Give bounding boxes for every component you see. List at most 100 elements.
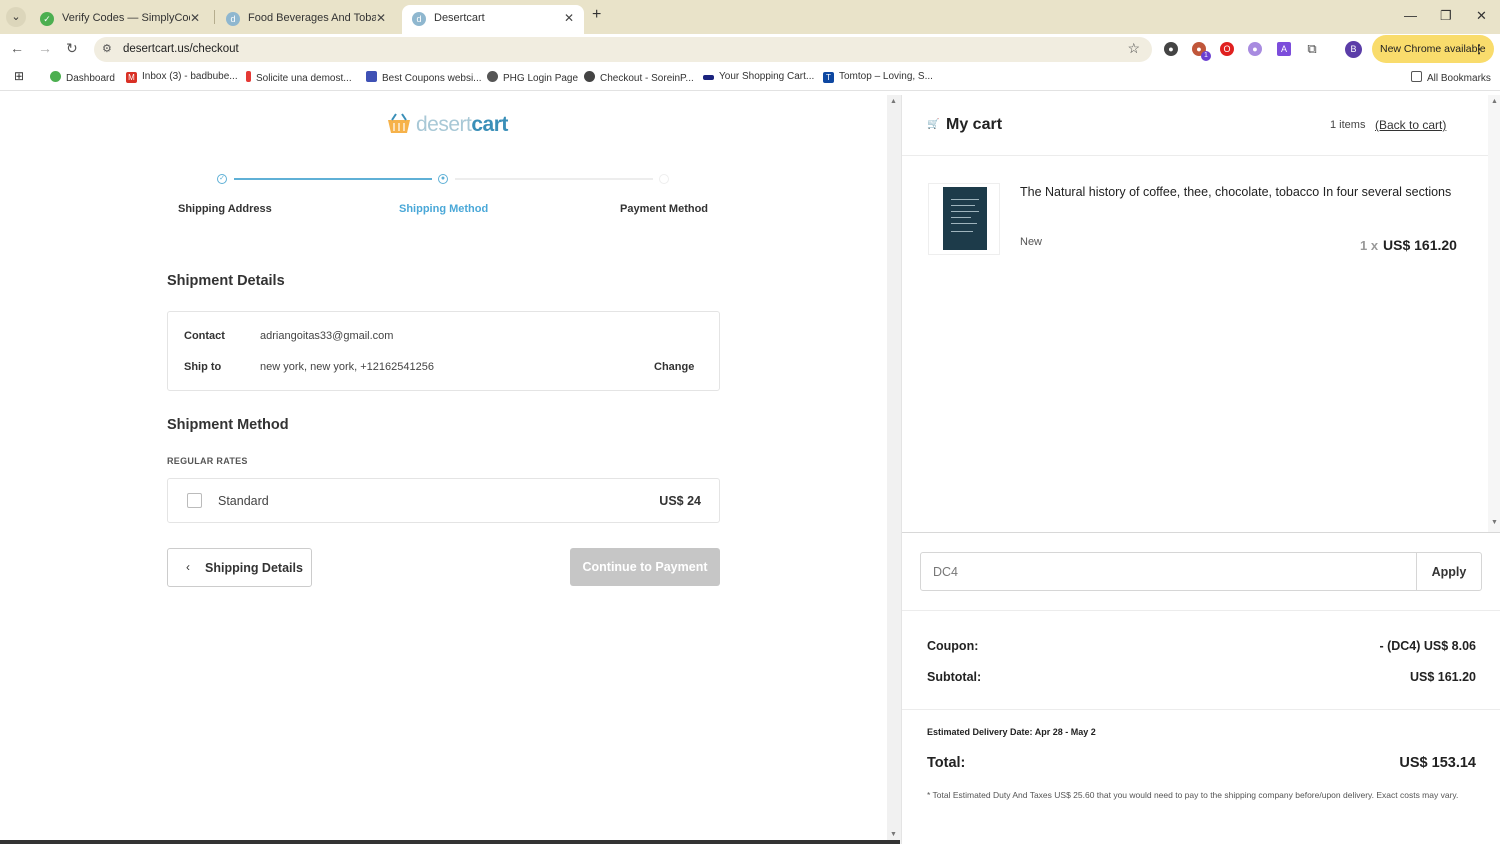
back-to-cart-link[interactable]: (Back to cart)	[1375, 118, 1446, 132]
tab-search-icon[interactable]: ⌄	[6, 7, 26, 27]
bookmark-solicite[interactable]: Solicite una demost...	[246, 71, 352, 84]
extensions-puzzle-icon[interactable]: ⧉	[1305, 42, 1319, 56]
gmail-icon: M	[126, 72, 137, 83]
apps-grid-icon[interactable]: ⊞	[14, 69, 24, 83]
extension-badge: 1	[1201, 51, 1211, 61]
subtotal-label: Subtotal:	[927, 670, 982, 684]
new-tab-icon[interactable]: +	[592, 6, 601, 24]
bookmark-phg-login[interactable]: PHG Login Page	[487, 71, 578, 84]
extension-icon[interactable]: A	[1277, 42, 1291, 56]
tab-separator	[214, 10, 215, 24]
reload-icon[interactable]: ↻	[66, 40, 78, 57]
tab-title: Verify Codes — SimplyCodes	[62, 12, 190, 24]
step-pending-icon	[659, 174, 669, 184]
coupon-value: - (DC4) US$ 8.06	[1379, 639, 1476, 653]
step-shipping-address[interactable]: Shipping Address	[178, 203, 272, 215]
bookmark-shopping-cart[interactable]: Your Shopping Cart...	[703, 71, 814, 82]
tab-desertcart[interactable]: d Desertcart ✕	[402, 5, 584, 34]
profile-avatar[interactable]: B	[1345, 41, 1362, 58]
new-chrome-button[interactable]: New Chrome available ⋮	[1372, 35, 1494, 63]
back-to-shipping-details-button[interactable]: ‹ Shipping Details	[167, 548, 312, 587]
step-payment-method[interactable]: Payment Method	[620, 203, 708, 215]
total-label: Total:	[927, 755, 966, 771]
scroll-up-icon[interactable]: ▲	[1491, 98, 1498, 105]
continue-to-payment-button[interactable]: Continue to Payment	[570, 548, 720, 586]
close-tab-icon[interactable]: ✕	[564, 11, 574, 25]
change-address-link[interactable]: Change	[654, 361, 694, 373]
tab-title: Food Beverages And Tobacco P	[248, 12, 376, 24]
ship-to-label: Ship to	[184, 361, 222, 373]
scroll-down-icon[interactable]: ▼	[1491, 519, 1498, 526]
subtotal-value: US$ 161.20	[1409, 670, 1476, 684]
folder-icon	[1411, 71, 1422, 82]
coupon-section: Apply	[902, 532, 1500, 610]
extension-icon[interactable]: ●	[1164, 42, 1178, 56]
menu-dots-icon: ⋮	[1473, 42, 1485, 56]
shipment-details-title: Shipment Details	[167, 273, 285, 289]
bookmark-icon	[366, 71, 377, 82]
bookmark-label: Your Shopping Cart...	[719, 71, 815, 82]
basket-icon	[388, 113, 410, 133]
close-window-icon[interactable]: ✕	[1476, 8, 1487, 24]
scroll-up-icon[interactable]: ▲	[890, 98, 897, 105]
bookmark-dashboard[interactable]: Dashboard	[50, 71, 115, 84]
apply-coupon-button[interactable]: Apply	[1416, 552, 1482, 591]
bookmark-tomtop[interactable]: T Tomtop – Loving, S...	[823, 71, 933, 83]
cart-scrollbar[interactable]: ▲ ▼	[1488, 95, 1500, 532]
bookmark-star-icon[interactable]: ☆	[1127, 40, 1140, 57]
scroll-down-icon[interactable]: ▼	[890, 831, 897, 838]
bookmark-icon	[50, 71, 61, 82]
coupon-code-input[interactable]	[920, 552, 1417, 591]
minimize-icon[interactable]: —	[1404, 8, 1417, 23]
cart-title: My cart	[946, 116, 1003, 133]
site-info-icon[interactable]: ⚙	[102, 42, 112, 55]
coupon-label: Coupon:	[927, 639, 979, 653]
product-title[interactable]: The Natural history of coffee, thee, cho…	[1020, 184, 1460, 200]
forward-icon[interactable]: →	[38, 40, 52, 56]
desertcart-icon: d	[226, 12, 240, 26]
shipping-option-name: Standard	[218, 494, 269, 508]
shipment-method-title: Shipment Method	[167, 417, 289, 433]
url-text[interactable]: desertcart.us/checkout	[123, 43, 239, 55]
product-image[interactable]	[928, 183, 1000, 255]
all-bookmarks[interactable]: All Bookmarks	[1411, 71, 1491, 84]
step-done-icon: ✓	[217, 174, 227, 184]
bookmark-label: Inbox (3) - badbube...	[142, 71, 238, 82]
close-tab-icon[interactable]: ✕	[376, 11, 386, 25]
close-tab-icon[interactable]: ✕	[190, 11, 200, 25]
left-scrollbar[interactable]: ▲ ▼	[887, 95, 901, 844]
opera-icon[interactable]: O	[1220, 42, 1234, 56]
restore-icon[interactable]: ❐	[1440, 8, 1452, 24]
step-active-icon: ●	[438, 174, 448, 184]
bookmark-best-coupons[interactable]: Best Coupons websi...	[366, 71, 482, 84]
tab-food-beverages[interactable]: d Food Beverages And Tobacco P ✕	[216, 5, 396, 34]
extension-icon[interactable]: ●	[1248, 42, 1262, 56]
all-bookmarks-label: All Bookmarks	[1427, 73, 1491, 84]
cart-header: 🛒 My cart 1 items (Back to cart)	[902, 95, 1488, 156]
duty-taxes-note: * Total Estimated Duty And Taxes US$ 25.…	[927, 790, 1459, 800]
bookmark-label: Tomtop – Loving, S...	[839, 71, 933, 82]
bookmark-checkout-sorein[interactable]: Checkout - SoreinP...	[584, 71, 694, 84]
cart-items-area: 🛒 My cart 1 items (Back to cart) The Nat…	[902, 95, 1488, 532]
bookmark-icon	[703, 75, 714, 80]
product-condition: New	[1020, 236, 1043, 248]
shipping-option-standard[interactable]: Standard US$ 24	[167, 478, 720, 523]
back-icon[interactable]: ←	[10, 40, 24, 56]
contact-value: adriangoitas33@gmail.com	[260, 330, 394, 342]
address-bar[interactable]: ⚙ desertcart.us/checkout ☆	[94, 37, 1152, 62]
estimated-delivery: Estimated Delivery Date: Apr 28 - May 2	[927, 727, 1096, 737]
tab-simplycodes[interactable]: ✓ Verify Codes — SimplyCodes ✕	[30, 5, 210, 34]
regular-rates-title: REGULAR RATES	[167, 456, 248, 466]
browser-toolbar: ← → ↻ ⚙ desertcart.us/checkout ☆ ● ● 1 O…	[0, 34, 1500, 65]
bookmark-icon	[246, 71, 251, 82]
bookmark-inbox[interactable]: M Inbox (3) - badbube...	[126, 71, 238, 83]
bookmark-icon: T	[823, 72, 834, 83]
shipment-details-card: Contact adriangoitas33@gmail.com Ship to…	[167, 311, 720, 391]
checkout-panel: desertcart ✓ ● Shipping Address Shipping…	[0, 95, 887, 844]
step-progress-line	[234, 178, 432, 180]
cart-item-count: 1 items	[1330, 119, 1366, 131]
shipping-option-checkbox[interactable]	[187, 493, 202, 508]
cart-icon: 🛒	[927, 119, 940, 130]
step-shipping-method[interactable]: Shipping Method	[399, 203, 488, 215]
bookmarks-bar: ⊞ Dashboard M Inbox (3) - badbube... Soli…	[0, 65, 1500, 91]
